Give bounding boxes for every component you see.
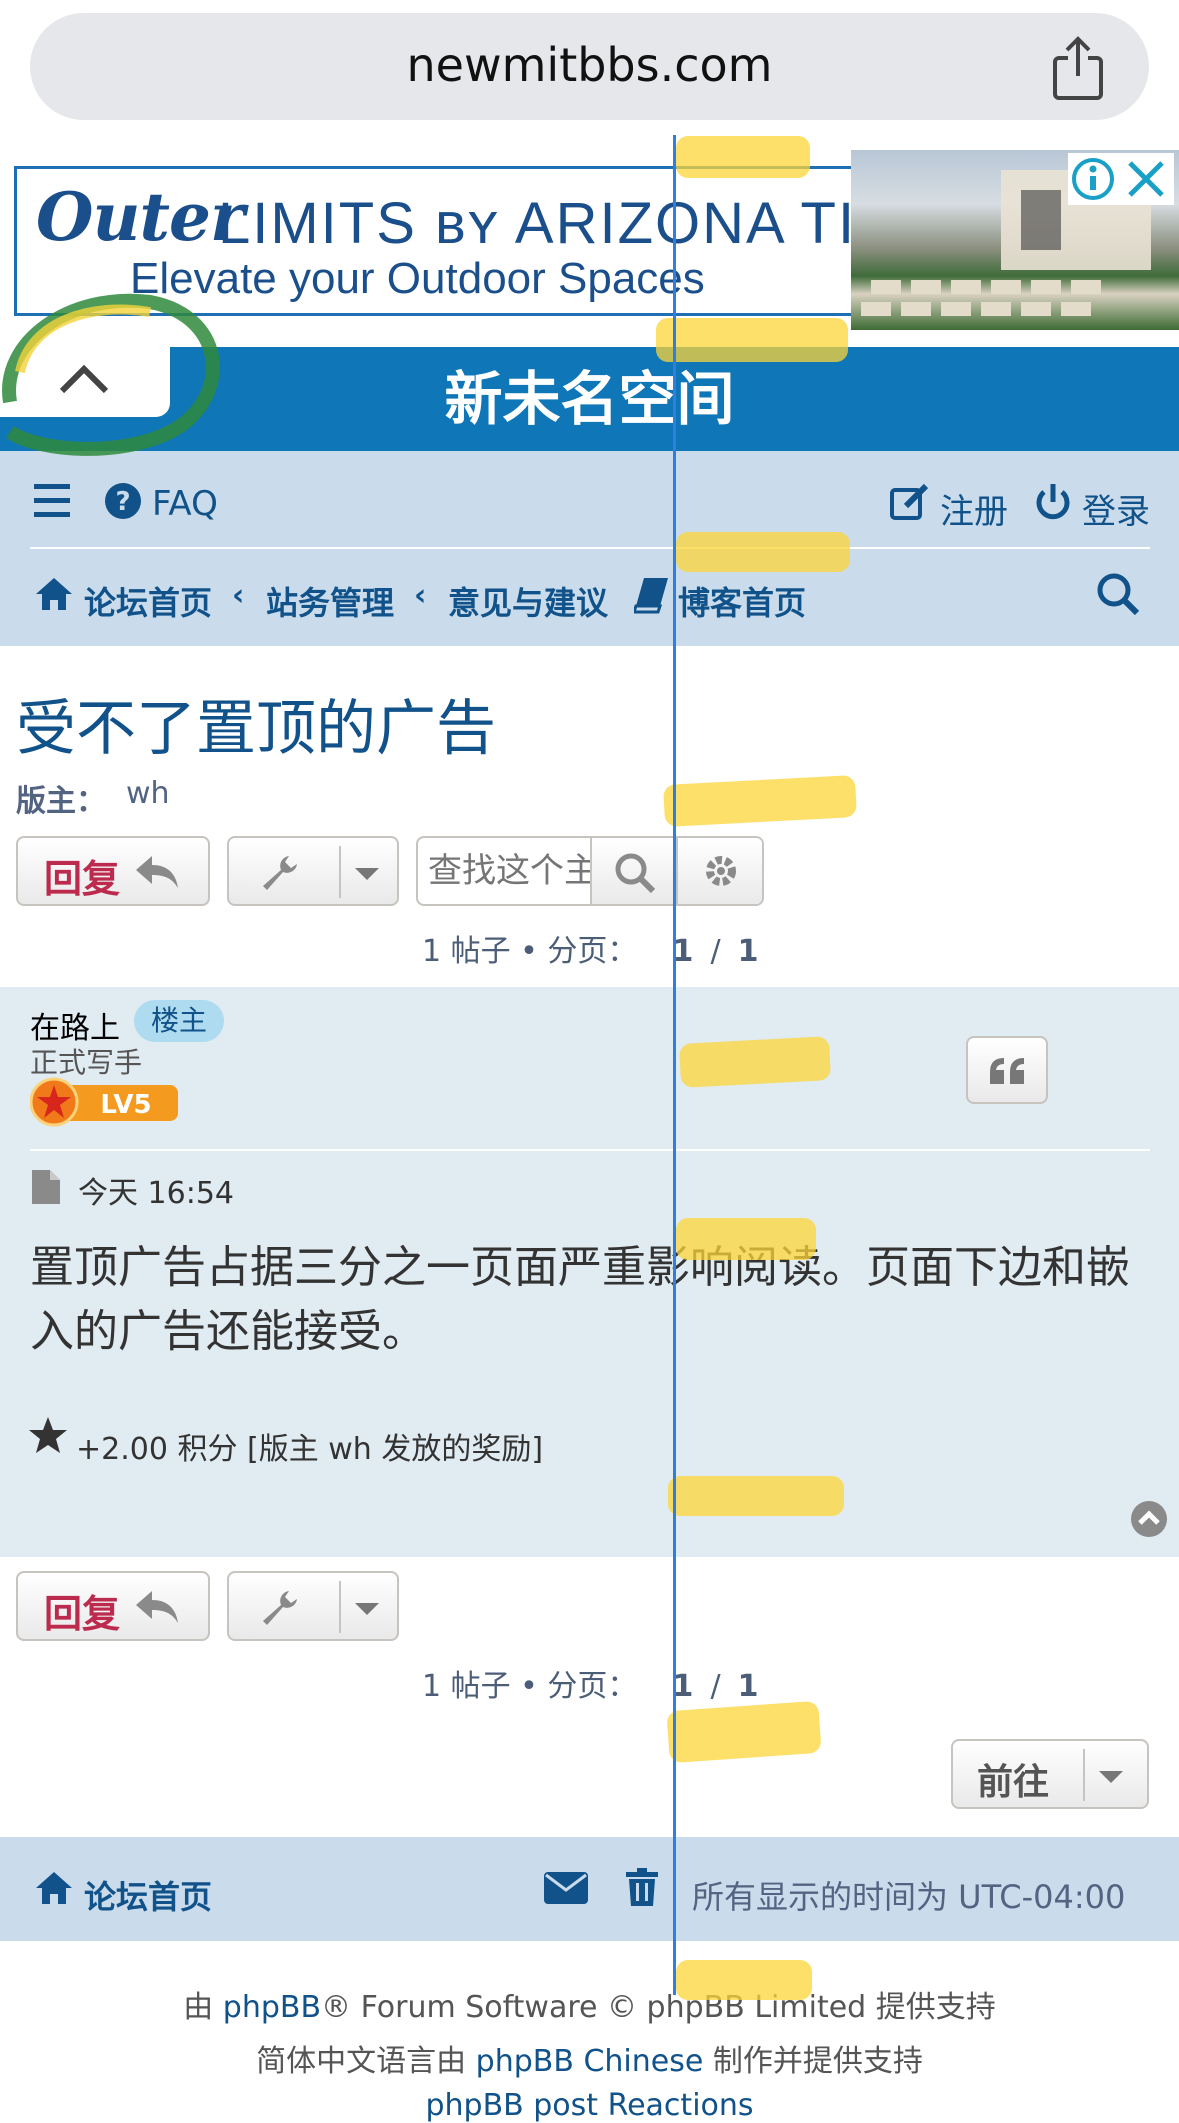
topic-search-button[interactable] <box>592 838 676 904</box>
caret-down-icon <box>1099 1771 1123 1783</box>
url-text[interactable]: newmitbbs.com <box>0 0 1179 130</box>
tools-dropdown-bottom[interactable] <box>227 1571 399 1641</box>
star-icon <box>29 1417 67 1453</box>
post-reward: +2.00 积分 [版主 wh 发放的奖励] <box>76 1432 544 1467</box>
pagination-bottom: 1 帖子 • 分页： 1 / 1 <box>422 1669 759 1704</box>
wrench-icon <box>263 856 297 890</box>
tools-dropdown[interactable] <box>227 836 399 906</box>
file-icon[interactable] <box>32 1170 60 1204</box>
wrench-icon <box>263 1591 297 1625</box>
jump-label: 前往 <box>977 1762 1050 1803</box>
caret-down-icon <box>355 868 379 880</box>
reply-label: 回复 <box>44 1592 121 1636</box>
post-reactions-link[interactable]: phpBB post Reactions <box>425 2088 753 2123</box>
search-icon[interactable] <box>1096 572 1140 616</box>
share-icon[interactable] <box>1050 36 1106 102</box>
highlighter-mark <box>666 1700 822 1764</box>
quote-button[interactable] <box>966 1036 1048 1104</box>
moderator-label: 版主： <box>16 784 106 819</box>
caret-down-icon <box>355 1603 379 1615</box>
op-badge: 楼主 <box>134 1000 224 1042</box>
phpbb-link[interactable]: phpBB <box>223 1990 321 2025</box>
reply-button[interactable]: 回复 <box>16 836 210 906</box>
jump-to-dropdown[interactable]: 前往 <box>951 1739 1149 1809</box>
gear-icon <box>706 856 736 886</box>
home-icon <box>36 1872 72 1904</box>
reply-button-bottom[interactable]: 回复 <box>16 1571 210 1641</box>
green-circle-annotation <box>2 293 220 456</box>
topic-title[interactable]: 受不了置顶的广告 <box>16 680 496 767</box>
menu-icon[interactable] <box>34 484 72 518</box>
reply-label: 回复 <box>44 857 121 901</box>
post-body: 置顶广告占据三分之一页面严重影响阅读。页面下边和嵌入的广告还能接受。 <box>30 1242 1130 1357</box>
author-rank: 正式写手 <box>30 1046 143 1079</box>
highlighter-mark <box>676 1218 816 1260</box>
phpbb-chinese-link[interactable]: phpBB Chinese <box>476 2044 704 2079</box>
level-badge: LV5 <box>29 1077 180 1127</box>
timezone-text: 所有显示的时间为 UTC-04:00 <box>692 1878 1126 1916</box>
ad-info-icon[interactable] <box>1068 153 1118 205</box>
highlighter-mark <box>676 136 810 178</box>
highlighter-mark <box>676 1960 812 2000</box>
ad-brand-caps: LIMITS ʙʏ ARIZONA TILE <box>218 191 932 256</box>
highlighter-mark <box>663 775 857 827</box>
faq-link[interactable]: FAQ <box>152 484 218 524</box>
moderator-name[interactable]: wh <box>126 776 170 811</box>
credits-line-3: phpBB post Reactions <box>0 2088 1179 2123</box>
highlighter-mark <box>656 318 848 362</box>
quote-icon <box>990 1058 1024 1084</box>
breadcrumb-suggestions[interactable]: 意见与建议 <box>448 578 608 624</box>
svg-text:LV5: LV5 <box>100 1090 151 1120</box>
page-total[interactable]: 1 <box>738 934 759 969</box>
home-icon <box>36 578 72 610</box>
login-link[interactable]: 登录 <box>1082 484 1150 533</box>
question-icon[interactable]: ? <box>104 482 142 520</box>
post-divider <box>30 1149 1150 1151</box>
credits-line-1: 由 phpBB® Forum Software © phpBB Limited … <box>183 1990 996 2025</box>
book-icon <box>634 578 668 614</box>
topic-search-box <box>416 836 764 906</box>
trash-icon[interactable] <box>626 1868 658 1906</box>
reply-arrow-icon <box>136 1591 178 1623</box>
post-time: 今天 16:54 <box>78 1176 234 1211</box>
ad-brand-script: Outer <box>36 178 245 256</box>
topic-search-input[interactable] <box>418 838 610 904</box>
chevron-left-icon: ‹ <box>232 578 245 613</box>
credits-line-2: 简体中文语言由 phpBB Chinese 制作并提供支持 <box>256 2044 923 2079</box>
ad-close-icon[interactable] <box>1118 153 1174 205</box>
highlighter-mark <box>668 1476 844 1516</box>
register-link[interactable]: 注册 <box>940 484 1008 533</box>
advanced-search-button[interactable] <box>678 838 762 904</box>
edit-icon[interactable] <box>890 484 932 522</box>
chevron-left-icon: ‹ <box>414 578 427 613</box>
envelope-icon[interactable] <box>544 1872 588 1904</box>
search-icon <box>615 853 656 894</box>
footer-home-link[interactable]: 论坛首页 <box>84 1872 212 1918</box>
svg-text:?: ? <box>115 487 130 517</box>
highlighter-mark <box>676 532 850 572</box>
power-icon[interactable] <box>1034 482 1072 522</box>
breadcrumb-admin[interactable]: 站务管理 <box>266 578 394 624</box>
highlighter-mark <box>678 1036 832 1088</box>
vertical-guide-line <box>673 135 676 1995</box>
back-to-top-icon[interactable] <box>1130 1500 1168 1538</box>
pagination-top: 1 帖子 • 分页： 1 / 1 <box>422 934 759 969</box>
page-total[interactable]: 1 <box>738 1669 759 1704</box>
reply-arrow-icon <box>136 856 178 888</box>
nav-divider <box>30 547 1150 549</box>
breadcrumb-blog[interactable]: 博客首页 <box>678 578 806 624</box>
breadcrumb-home[interactable]: 论坛首页 <box>84 578 212 624</box>
